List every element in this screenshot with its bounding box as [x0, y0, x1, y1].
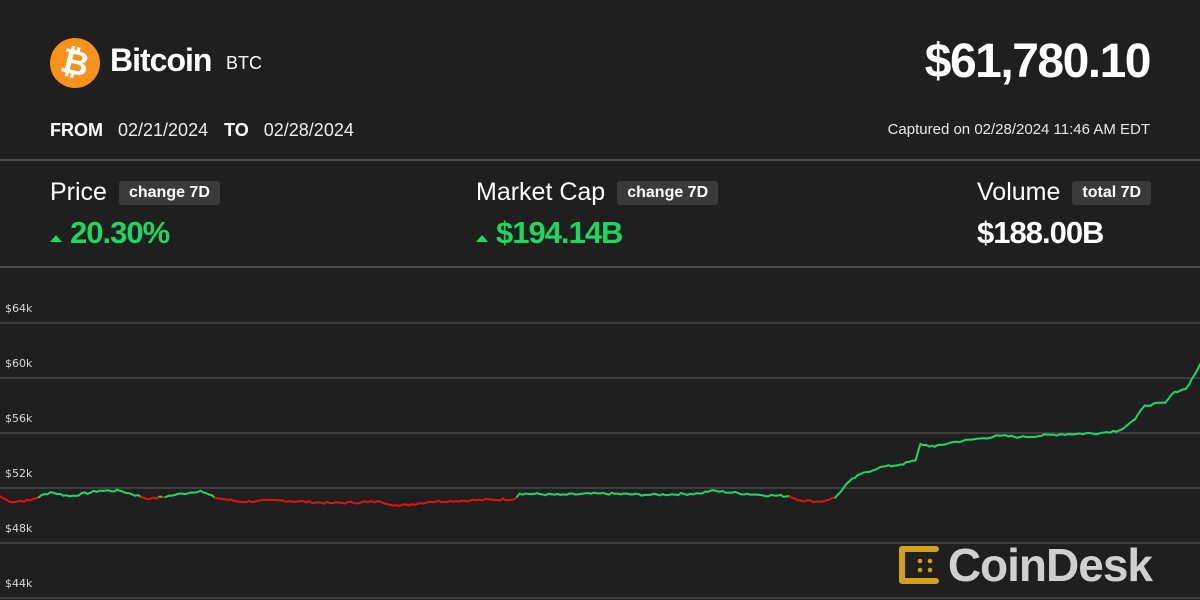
y-tick-label: $56k [5, 412, 33, 425]
y-tick-label: $44k [5, 577, 33, 590]
stat-volume: Volume total 7D $188.00B [977, 178, 1152, 251]
date-range: FROM 02/21/2024 TO 02/28/2024 [50, 120, 354, 141]
from-date: 02/21/2024 [118, 120, 209, 140]
stat-badge: change 7D [617, 180, 719, 205]
y-tick-label: $64k [5, 302, 33, 315]
bitcoin-icon: ₿ [57, 40, 94, 85]
y-tick-label: $48k [5, 522, 33, 535]
stat-value: 20.30% [70, 215, 170, 250]
header-divider [0, 159, 1200, 161]
to-label: TO [224, 120, 249, 140]
price-line-segment [1187, 377, 1193, 386]
stat-label: Volume [977, 178, 1061, 206]
coindesk-logo-icon [898, 546, 939, 584]
price-line-segment [917, 443, 922, 453]
y-axis-ticks: $64k $60k $56k $52k $48k $44k [5, 302, 33, 590]
brand-name: CoinDesk [947, 539, 1153, 591]
stat-value: $194.14B [496, 215, 623, 250]
price-line-segment [914, 450, 919, 462]
up-triangle-icon [476, 234, 488, 242]
stat-label: Market Cap [476, 178, 606, 206]
price-line [0, 363, 1200, 507]
y-tick-label: $52k [5, 467, 33, 480]
asset-name: Bitcoin [110, 42, 212, 78]
stat-market-cap: Market Cap change 7D $194.14B [476, 178, 719, 251]
up-triangle-icon [50, 234, 62, 242]
stat-price: Price change 7D 20.30% [50, 178, 220, 251]
stat-label: Price [50, 178, 107, 206]
coindesk-brand: CoinDesk [896, 538, 1153, 592]
y-tick-label: $60k [5, 357, 33, 370]
asset-symbol: BTC [226, 53, 262, 73]
stat-badge: change 7D [118, 180, 220, 205]
to-date: 02/28/2024 [263, 120, 354, 140]
current-price: $61,780.10 [924, 35, 1152, 88]
stat-badge: total 7D [1072, 180, 1152, 205]
from-label: FROM [50, 120, 103, 140]
captured-timestamp: Captured on 02/28/2024 11:46 AM EDT [887, 121, 1150, 138]
stat-value: $188.00B [977, 215, 1104, 250]
bitcoin-logo: ₿ [50, 38, 100, 88]
